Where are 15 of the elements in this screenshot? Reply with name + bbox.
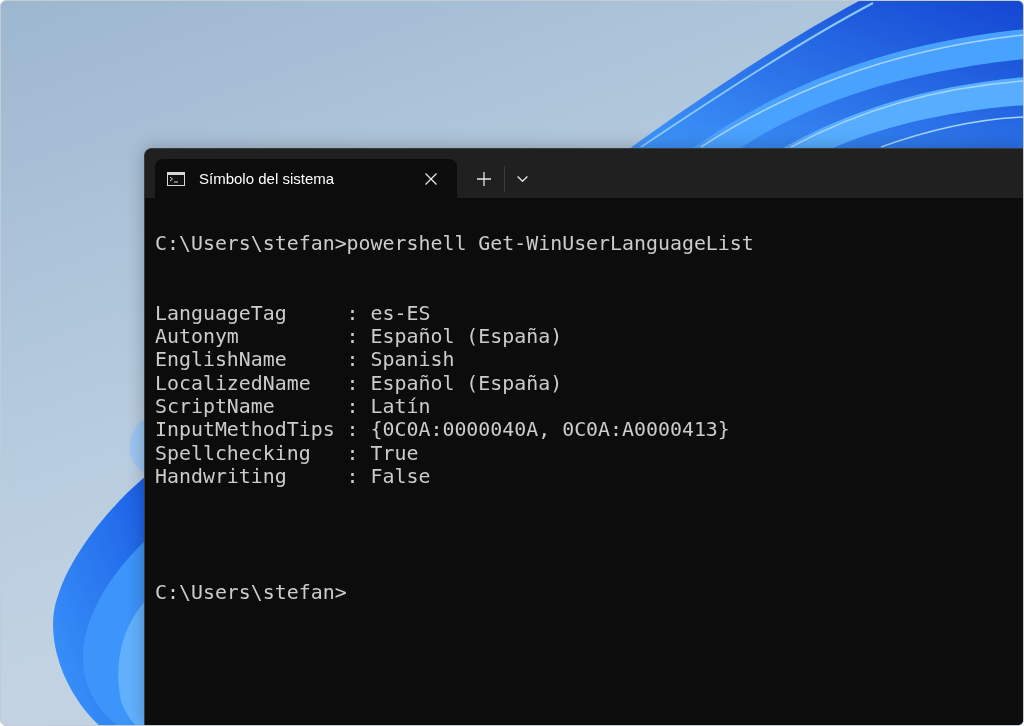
close-icon bbox=[425, 172, 437, 185]
output-line: Spellchecking : True bbox=[155, 441, 419, 465]
output-line: InputMethodTips : {0C0A:0000040A, 0C0A:A0000413} bbox=[155, 418, 730, 442]
output-line: Autonym : Español (España) bbox=[155, 325, 563, 349]
output-line: LanguageTag : es-ES bbox=[155, 301, 431, 326]
tab[interactable]: Símbolo del sistema bbox=[155, 159, 457, 198]
command-line: C:\Users\stefan>powershell Get-WinUserLanguageList bbox=[155, 232, 754, 256]
prompt-text: C:\Users\stefan> bbox=[155, 581, 347, 605]
plus-icon bbox=[477, 171, 491, 186]
output-line: Handwriting : False bbox=[155, 464, 431, 489]
terminal-icon bbox=[167, 171, 185, 186]
chevron-down-icon bbox=[516, 175, 528, 182]
output-line: ScriptName : Latín bbox=[155, 395, 431, 419]
output-line: LocalizedName : Español (España) bbox=[155, 371, 563, 396]
output-line: EnglishName : Spanish bbox=[155, 348, 455, 372]
